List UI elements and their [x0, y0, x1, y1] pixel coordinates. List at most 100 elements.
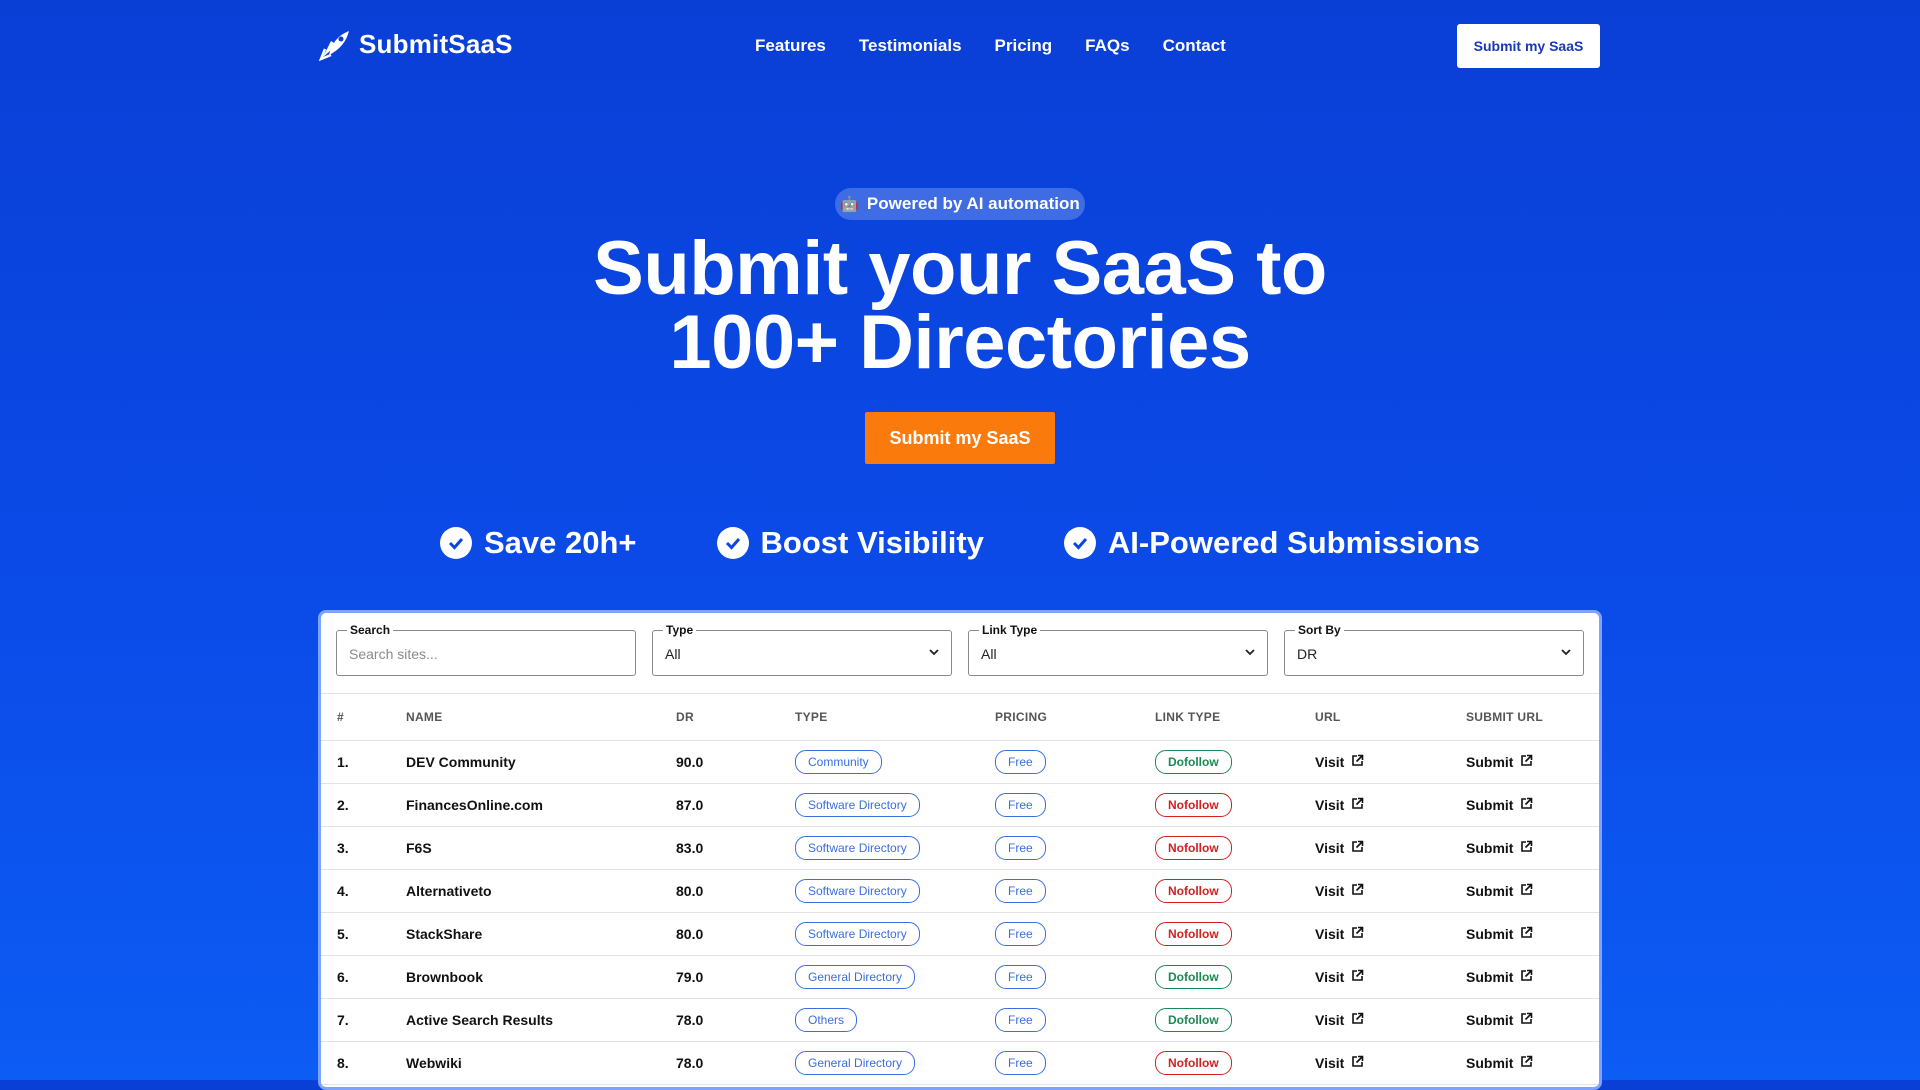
- visit-link[interactable]: Visit: [1315, 1012, 1364, 1028]
- visit-link[interactable]: Visit: [1315, 840, 1364, 856]
- type-select[interactable]: Type All: [652, 623, 952, 676]
- submit-link[interactable]: Submit: [1466, 969, 1533, 985]
- nav-link-features[interactable]: Features: [755, 36, 826, 56]
- type-value: All: [665, 646, 681, 662]
- external-link-icon: [1520, 1055, 1533, 1071]
- check-circle-icon: [440, 527, 472, 559]
- submit-link[interactable]: Submit: [1466, 1055, 1533, 1071]
- visit-link[interactable]: Visit: [1315, 1055, 1364, 1071]
- site-name: Brownbook: [390, 955, 660, 999]
- table-row: 1. DEV Community 90.0 Community Free Dofollow…: [321, 740, 1599, 784]
- nav-links: Features Testimonials Pricing FAQs Conta…: [755, 36, 1226, 56]
- row-number: 6.: [321, 955, 390, 999]
- sort-by-label: Sort By: [1295, 623, 1344, 637]
- nav-link-faqs[interactable]: FAQs: [1085, 36, 1129, 56]
- rocket-logo-icon: [319, 31, 349, 61]
- external-link-icon: [1520, 840, 1533, 856]
- domain-rating: 80.0: [660, 912, 779, 956]
- domain-rating: 87.0: [660, 783, 779, 827]
- table-row: 8. Webwiki 78.0 General Directory Free Nofoll…: [321, 1041, 1599, 1085]
- table-row: 3. F6S 83.0 Software Directory Free Nofollow V…: [321, 826, 1599, 870]
- robot-icon: 🤖: [840, 196, 859, 213]
- visit-link[interactable]: Visit: [1315, 969, 1364, 985]
- domain-rating: 90.0: [660, 740, 779, 784]
- type-badge: General Directory: [795, 965, 916, 989]
- type-label: Type: [663, 623, 697, 637]
- external-link-icon: [1520, 1012, 1533, 1028]
- column-header[interactable]: TYPE: [779, 693, 979, 741]
- external-link-icon: [1351, 969, 1364, 985]
- chevron-down-icon: [929, 649, 939, 656]
- nav-link-testimonials[interactable]: Testimonials: [859, 36, 962, 56]
- link-type-value: All: [981, 646, 997, 662]
- visit-link[interactable]: Visit: [1315, 883, 1364, 899]
- ai-badge-label: Powered by AI automation: [866, 194, 1080, 213]
- row-number: 5.: [321, 912, 390, 956]
- visit-link[interactable]: Visit: [1315, 926, 1364, 942]
- column-header[interactable]: NAME: [390, 693, 660, 741]
- site-name: DEV Community: [390, 740, 660, 784]
- feature-item: AI-Powered Submissions: [1063, 525, 1480, 561]
- type-badge: Software Directory: [795, 836, 920, 860]
- visit-link[interactable]: Visit: [1315, 754, 1364, 770]
- site-name: F6S: [390, 826, 660, 870]
- submit-link[interactable]: Submit: [1466, 840, 1533, 856]
- submit-link[interactable]: Submit: [1466, 797, 1533, 813]
- hero-title-line-2: 100+ Directories: [669, 300, 1251, 385]
- visit-label: Visit: [1315, 840, 1345, 856]
- submit-link[interactable]: Submit: [1466, 1012, 1533, 1028]
- link-type-badge: Nofollow: [1155, 793, 1232, 817]
- link-type-badge: Dofollow: [1155, 750, 1232, 774]
- search-input[interactable]: Search Search sites...: [336, 623, 636, 676]
- directory-table: # NAME DR TYPE PRICING LINK TYPE URL SUB…: [321, 693, 1599, 1085]
- visit-label: Visit: [1315, 969, 1345, 985]
- domain-rating: 83.0: [660, 826, 779, 870]
- column-header[interactable]: LINK TYPE: [1139, 693, 1299, 741]
- link-type-badge: Dofollow: [1155, 965, 1232, 989]
- row-number: 7.: [321, 998, 390, 1042]
- brand-logo[interactable]: SubmitSaaS: [319, 27, 513, 61]
- external-link-icon: [1351, 840, 1364, 856]
- visit-label: Visit: [1315, 883, 1345, 899]
- pricing-badge: Free: [995, 793, 1046, 817]
- pricing-badge: Free: [995, 879, 1046, 903]
- site-name: Webwiki: [390, 1041, 660, 1085]
- external-link-icon: [1520, 926, 1533, 942]
- table-row: 6. Brownbook 79.0 General Directory Free Dofo…: [321, 955, 1599, 999]
- submit-label: Submit: [1466, 1055, 1514, 1071]
- submit-link[interactable]: Submit: [1466, 754, 1533, 770]
- pricing-badge: Free: [995, 836, 1046, 860]
- link-type-badge: Dofollow: [1155, 1008, 1232, 1032]
- type-badge: General Directory: [795, 1051, 916, 1075]
- site-name: StackShare: [390, 912, 660, 956]
- external-link-icon: [1520, 754, 1533, 770]
- column-header: URL: [1299, 693, 1450, 741]
- external-link-icon: [1351, 926, 1364, 942]
- pricing-badge: Free: [995, 1008, 1046, 1032]
- visit-link[interactable]: Visit: [1315, 797, 1364, 813]
- submit-link[interactable]: Submit: [1466, 926, 1533, 942]
- submit-link[interactable]: Submit: [1466, 883, 1533, 899]
- external-link-icon: [1351, 883, 1364, 899]
- submit-label: Submit: [1466, 840, 1514, 856]
- external-link-icon: [1351, 754, 1364, 770]
- sort-by-select[interactable]: Sort By DR: [1284, 623, 1584, 676]
- feature-list: Save 20h+ Boost Visibility AI-Powered Su…: [0, 525, 1920, 561]
- feature-label: AI-Powered Submissions: [1107, 525, 1480, 560]
- sort-by-value: DR: [1297, 646, 1318, 662]
- domain-rating: 78.0: [660, 998, 779, 1042]
- submit-label: Submit: [1466, 797, 1514, 813]
- column-header[interactable]: PRICING: [979, 693, 1139, 741]
- domain-rating: 78.0: [660, 1041, 779, 1085]
- link-type-select[interactable]: Link Type All: [968, 623, 1268, 676]
- check-circle-icon: [1063, 527, 1096, 559]
- column-header[interactable]: DR: [660, 693, 779, 741]
- nav-link-contact[interactable]: Contact: [1163, 36, 1226, 56]
- check-circle-icon: [716, 527, 749, 559]
- nav-link-pricing[interactable]: Pricing: [995, 36, 1053, 56]
- hero-submit-button[interactable]: Submit my SaaS: [865, 412, 1055, 464]
- submit-label: Submit: [1466, 754, 1514, 770]
- table-header-row: # NAME DR TYPE PRICING LINK TYPE URL SUB…: [321, 693, 1599, 741]
- nav-submit-button[interactable]: Submit my SaaS: [1457, 24, 1600, 68]
- table-body: 1. DEV Community 90.0 Community Free Dofollow…: [321, 740, 1599, 1085]
